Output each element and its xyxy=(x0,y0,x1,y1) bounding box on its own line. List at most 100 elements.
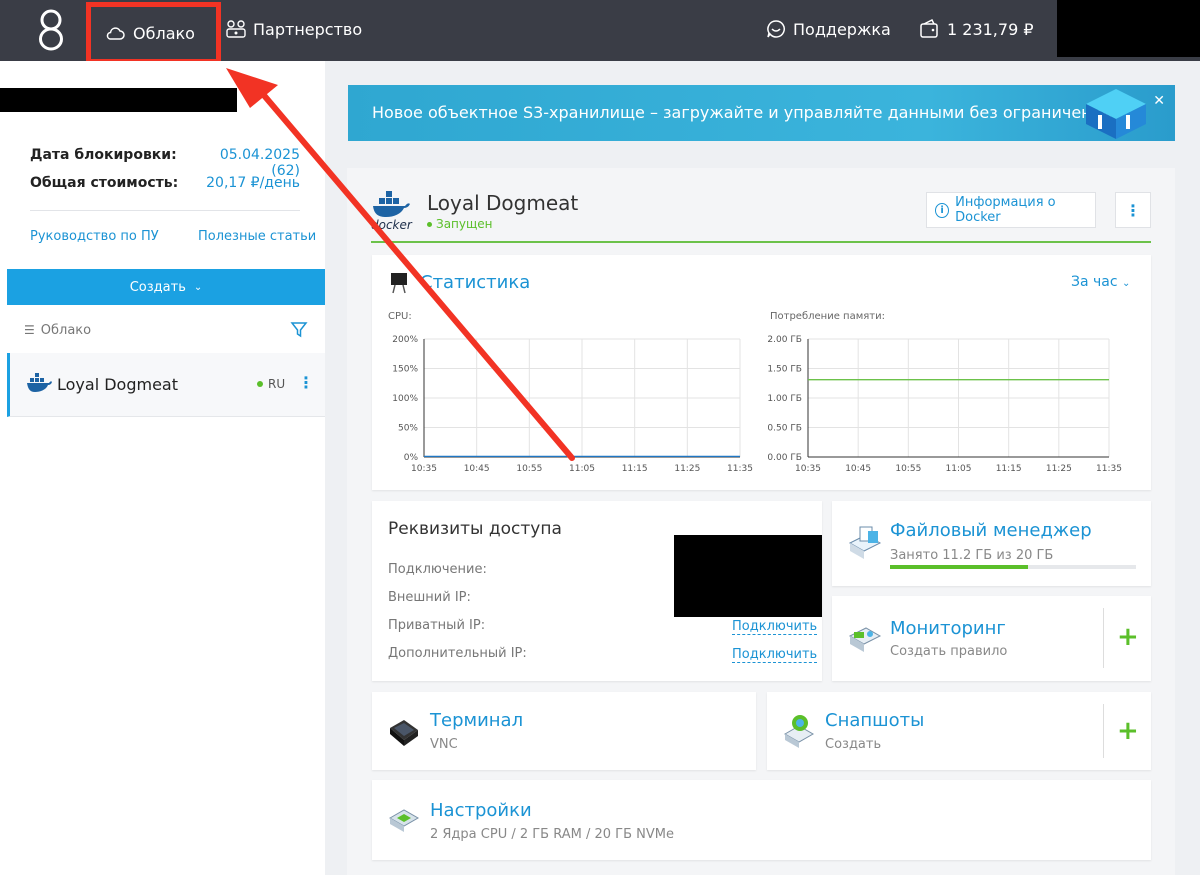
settings-title: Настройки xyxy=(430,800,532,821)
x-tick-label: 10:35 xyxy=(795,464,821,474)
y-tick-label: 2.00 ГБ xyxy=(767,335,802,345)
more-options-button[interactable]: ⋮ xyxy=(1115,192,1151,228)
block-date-label: Дата блокировки: xyxy=(30,147,177,163)
settings-panel[interactable]: Настройки 2 Ядра CPU / 2 ГБ RAM / 20 ГБ … xyxy=(372,780,1151,860)
chart-board-icon xyxy=(391,273,407,294)
balance-value: 1 231,79 ₽ xyxy=(947,19,1034,39)
snapshots-panel[interactable]: Снапшоты Создать + xyxy=(767,692,1151,770)
y-tick-label: 150% xyxy=(392,365,418,375)
x-tick-label: 11:05 xyxy=(946,464,972,474)
balance[interactable]: 1 231,79 ₽ xyxy=(920,19,1034,39)
access-title: Реквизиты доступа xyxy=(388,519,562,539)
y-tick-label: 0% xyxy=(404,453,419,463)
x-tick-label: 11:05 xyxy=(569,464,595,474)
nav-partnership[interactable]: Партнерство xyxy=(225,19,362,39)
file-usage: Занято 11.2 ГБ из 20 ГБ xyxy=(890,548,1054,563)
create-button[interactable]: Создать ⌄ xyxy=(7,269,325,305)
server-name: Loyal Dogmeat xyxy=(427,191,579,215)
redacted-user xyxy=(0,88,237,112)
x-tick-label: 10:55 xyxy=(895,464,921,474)
terminal-panel[interactable]: Терминал VNC xyxy=(372,692,756,770)
terminal-icon xyxy=(390,720,418,746)
x-tick-label: 11:15 xyxy=(996,464,1022,474)
period-select[interactable]: За час ⌄ xyxy=(1071,274,1130,290)
block-date-row: Дата блокировки: 05.04.2025 (62) xyxy=(30,147,300,179)
more-vertical-icon: ⋮ xyxy=(1125,200,1141,220)
x-tick-label: 11:15 xyxy=(622,464,648,474)
redacted-account xyxy=(1057,0,1200,57)
period-label: За час xyxy=(1071,274,1118,290)
status-dot xyxy=(427,222,432,227)
nav-support[interactable]: Поддержка xyxy=(766,19,891,39)
nav-cloud-label: Облако xyxy=(133,23,195,43)
articles-link[interactable]: Полезные статьи xyxy=(198,229,316,244)
chevron-down-icon: ⌄ xyxy=(193,281,203,293)
x-tick-label: 11:25 xyxy=(1046,464,1072,474)
access-panel: Реквизиты доступа Подключение: Внешний I… xyxy=(372,501,822,681)
connection-label: Подключение: xyxy=(388,562,487,577)
cost-label: Общая стоимость: xyxy=(30,175,179,191)
docker-info-button[interactable]: i Информация о Docker xyxy=(926,192,1096,228)
y-tick-label: 0.00 ГБ xyxy=(767,453,802,463)
divider xyxy=(1103,704,1104,758)
stats-title: Статистика xyxy=(420,272,531,293)
snapshots-title: Снапшоты xyxy=(825,710,925,731)
add-monitoring-icon[interactable]: + xyxy=(1117,624,1139,650)
filter-row: ☰ Облако xyxy=(24,320,314,340)
stats-panel: Статистика За час ⌄ CPU: 200% 150% 100% 50% 0… xyxy=(372,255,1151,490)
redacted-credentials xyxy=(674,535,822,617)
x-tick-label: 10:55 xyxy=(516,464,542,474)
y-tick-label: 1.00 ГБ xyxy=(767,394,802,404)
connect-private-ip-link[interactable]: Подключить xyxy=(732,619,818,635)
monitoring-subtitle: Создать правило xyxy=(890,644,1008,659)
y-tick-label: 50% xyxy=(398,424,418,434)
x-tick-label: 11:35 xyxy=(727,464,753,474)
cloud-icon xyxy=(106,27,125,40)
people-icon xyxy=(226,20,246,38)
terminal-subtitle: VNC xyxy=(430,737,458,752)
server-card: docker Loyal Dogmeat Запущен i Информаци… xyxy=(347,168,1175,875)
guide-link[interactable]: Руководство по ПУ xyxy=(30,229,159,244)
cost-row: Общая стоимость: 20,17 ₽/день xyxy=(30,175,300,191)
nav-partnership-label: Партнерство xyxy=(253,19,363,39)
nav-support-label: Поддержка xyxy=(793,19,891,39)
docker-info-label: Информация о Docker xyxy=(955,195,1056,225)
docker-logo-text: docker xyxy=(371,218,412,232)
x-tick-label: 10:45 xyxy=(845,464,871,474)
logo-icon[interactable] xyxy=(36,8,66,52)
y-tick-label: 1.50 ГБ xyxy=(767,365,802,375)
wallet-icon xyxy=(920,19,938,38)
status-line xyxy=(371,241,1151,243)
external-ip-label: Внешний IP: xyxy=(388,590,471,605)
terminal-title: Терминал xyxy=(430,710,524,731)
filter-icon[interactable] xyxy=(290,321,308,339)
x-tick-label: 11:35 xyxy=(1096,464,1122,474)
server-status: Запущен xyxy=(436,217,493,231)
support-icon xyxy=(767,20,785,38)
sidebar: Дата блокировки: 05.04.2025 (62) Общая с… xyxy=(0,61,325,875)
memory-chart: Потребление памяти: 2.00 ГБ 1.50 ГБ 1.00 ГБ… xyxy=(767,311,1122,474)
create-label: Создать xyxy=(129,279,186,295)
monitoring-icon xyxy=(848,627,882,652)
info-icon: i xyxy=(935,202,950,218)
monitoring-panel[interactable]: Мониторинг Создать правило + xyxy=(832,596,1151,681)
monitoring-title: Мониторинг xyxy=(890,618,1006,639)
add-snapshot-icon[interactable]: + xyxy=(1117,718,1139,744)
promo-banner[interactable]: Новое объектное S3-хранилище – загружайт… xyxy=(348,85,1175,141)
y-tick-label: 0.50 ГБ xyxy=(767,424,802,434)
docker-icon xyxy=(27,373,52,392)
folder-icon xyxy=(848,526,882,559)
file-manager-panel[interactable]: Файловый менеджер Занято 11.2 ГБ из 20 Г… xyxy=(832,501,1151,586)
extra-ip-label: Дополнительный IP: xyxy=(388,646,527,661)
chart-title: Потребление памяти: xyxy=(770,311,885,322)
server-list-item[interactable]: Loyal Dogmeat RU ⋮ xyxy=(7,353,325,417)
chevron-down-icon: ⌄ xyxy=(1122,278,1131,289)
y-tick-label: 100% xyxy=(392,394,418,404)
divider xyxy=(1103,608,1104,668)
close-icon[interactable]: ✕ xyxy=(1153,93,1165,109)
nav-cloud[interactable]: Облако xyxy=(86,2,221,64)
snapshot-icon xyxy=(783,715,815,748)
file-manager-title: Файловый менеджер xyxy=(890,520,1092,541)
connect-extra-ip-link[interactable]: Подключить xyxy=(732,647,818,663)
more-vertical-icon[interactable]: ⋮ xyxy=(298,373,314,392)
